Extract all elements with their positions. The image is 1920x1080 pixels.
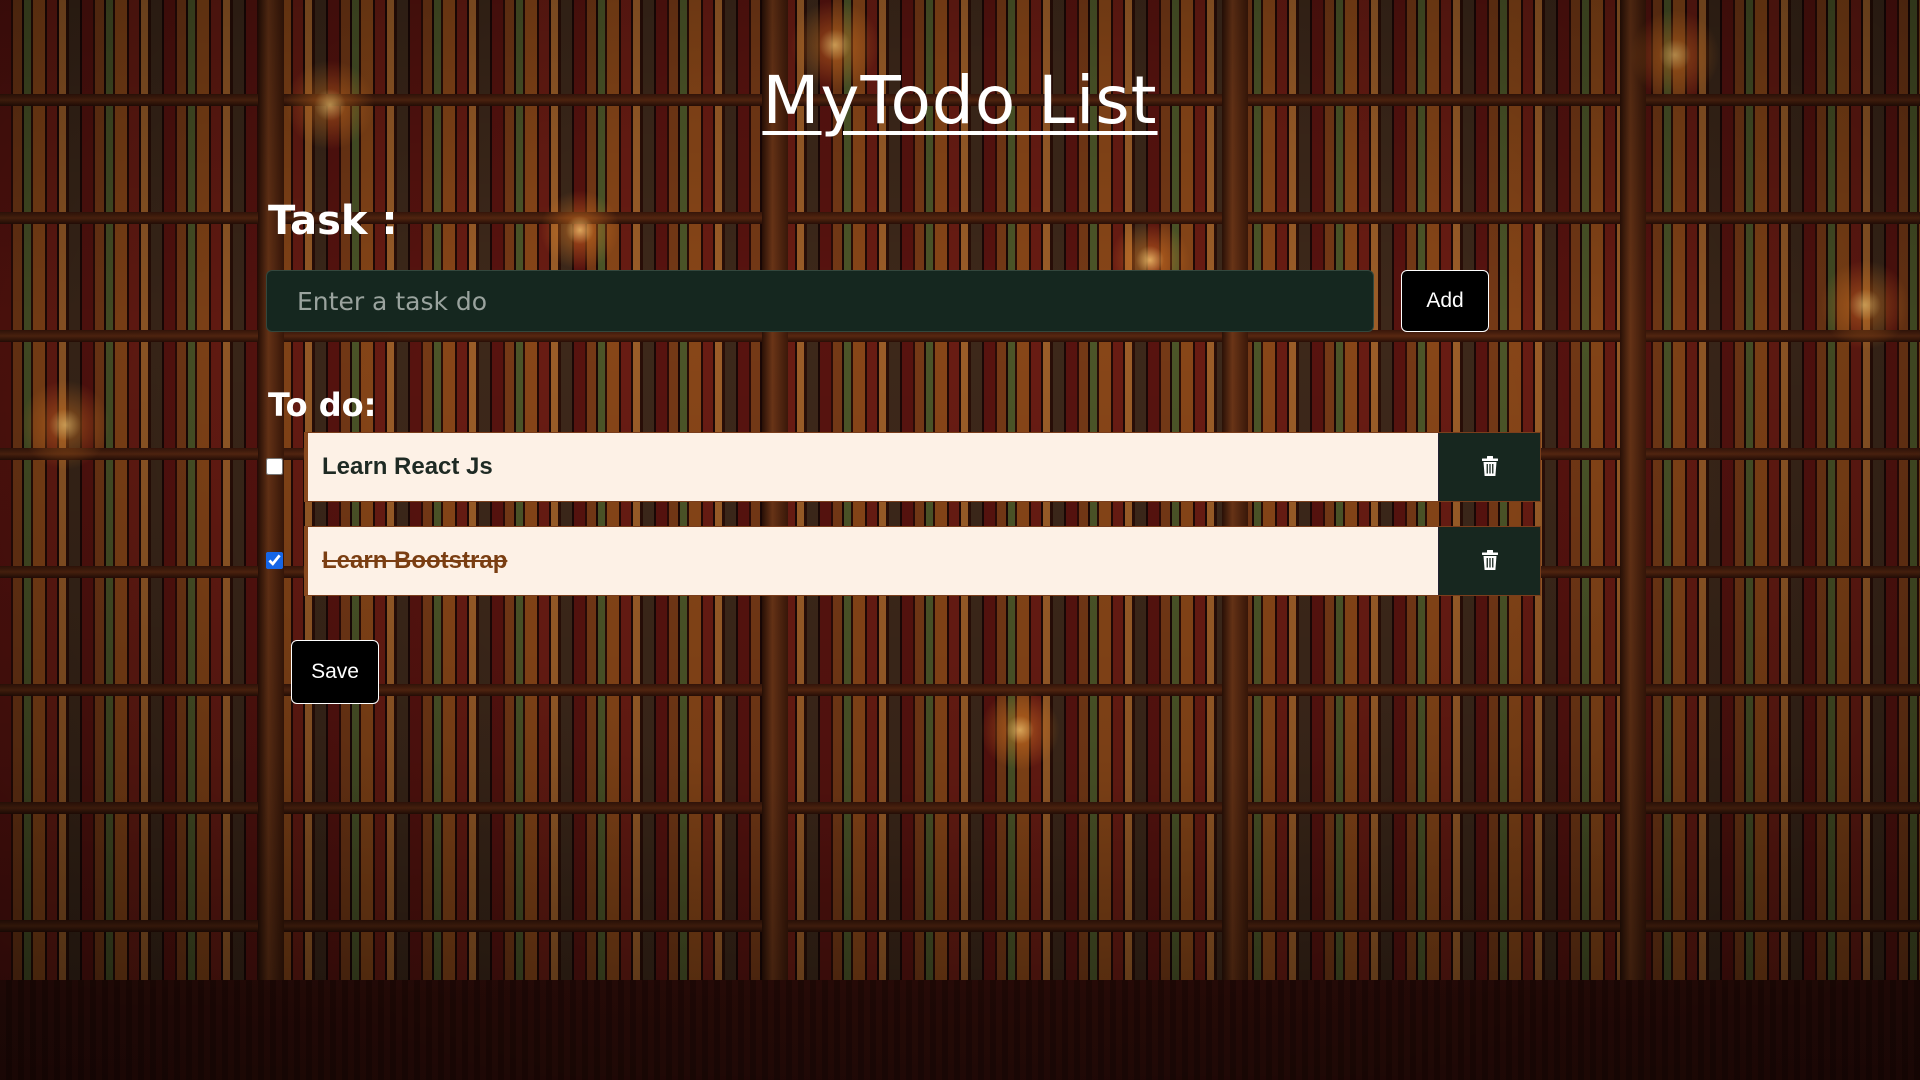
todo-text: Learn React Js <box>322 453 493 480</box>
page-title: MyTodo List <box>762 62 1158 139</box>
add-button[interactable]: Add <box>1401 270 1489 332</box>
task-input[interactable] <box>266 270 1374 332</box>
todo-checkbox[interactable] <box>266 552 283 569</box>
todo-item-box: Learn Bootstrap <box>304 526 1541 596</box>
save-button[interactable]: Save <box>291 640 379 704</box>
trash-icon <box>1481 549 1498 573</box>
trash-icon <box>1481 455 1498 479</box>
todo-item-box: Learn React Js <box>304 432 1541 502</box>
todo-text: Learn Bootstrap <box>322 547 508 574</box>
delete-button[interactable] <box>1438 433 1540 501</box>
todo-label: To do: <box>268 386 377 424</box>
task-label: Task : <box>268 198 398 244</box>
todo-app: MyTodo List Task : Add To do: Learn Reac… <box>0 0 1920 1080</box>
todo-checkbox[interactable] <box>266 458 283 475</box>
delete-button[interactable] <box>1438 527 1540 595</box>
